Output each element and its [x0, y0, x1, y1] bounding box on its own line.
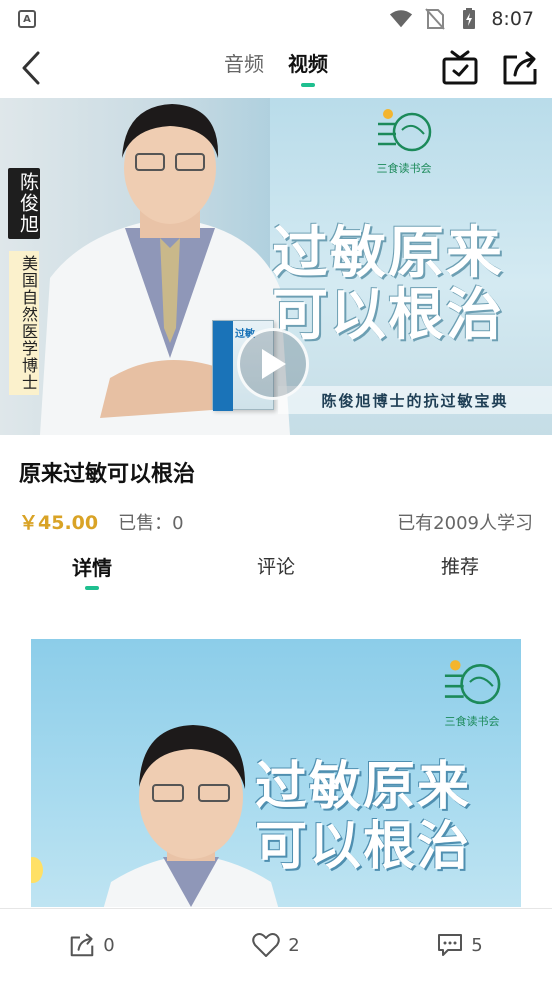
wifi-icon	[389, 8, 413, 30]
price: ￥45.00	[19, 512, 99, 534]
tab-comments-label: 评论	[256, 556, 295, 578]
content-club-logo-icon	[444, 660, 501, 705]
decorative-blob	[31, 857, 43, 883]
share-count: 0	[103, 934, 115, 956]
video-cover[interactable]: 过敏 陈俊旭 美国自然医学博士 三食读书会 过敏原来 可以根治 陈俊旭博士的抗过…	[0, 98, 552, 435]
tab-indicator	[301, 83, 315, 87]
content-headline-line2: 可以根治	[255, 816, 472, 877]
product-title: 原来过敏可以根治	[19, 462, 196, 487]
learner-count: 已有2009人学习	[397, 512, 533, 534]
nav-bar: 音频 视频	[0, 38, 552, 98]
battery-charging-icon	[457, 8, 481, 30]
play-button[interactable]	[237, 328, 309, 400]
tab-audio[interactable]: 音频	[224, 46, 264, 87]
app-a-icon: A	[18, 10, 36, 28]
tab-recommend[interactable]: 推荐	[368, 548, 552, 598]
share-button[interactable]	[500, 48, 540, 88]
tab-indicator	[85, 586, 99, 590]
share-icon	[70, 933, 94, 957]
tab-audio-label: 音频	[224, 52, 264, 76]
tab-video-label: 视频	[288, 52, 328, 76]
content-headline-line1: 过敏原来	[255, 756, 472, 817]
tab-comments[interactable]: 评论	[184, 548, 368, 598]
play-icon	[262, 349, 286, 379]
doctor-title-tag: 美国自然医学博士	[9, 251, 39, 395]
banner-subtitle: 陈俊旭博士的抗过敏宝典	[278, 386, 552, 414]
bottom-action-bar: 0 2 5	[0, 908, 552, 981]
no-sim-icon	[423, 8, 447, 30]
comment-icon	[438, 934, 463, 956]
comment-action[interactable]: 5	[368, 933, 552, 957]
like-count: 2	[288, 934, 300, 956]
sold-count: 已售：0	[118, 512, 184, 534]
banner-headline: 过敏原来 可以根治	[272, 222, 552, 346]
share-icon	[503, 51, 537, 85]
club-logo-text: 三食读书会	[376, 162, 432, 175]
club-logo: 三食读书会	[374, 106, 434, 176]
tab-recommend-label: 推荐	[440, 556, 479, 578]
detail-image: 三食读书会 过敏原来 可以根治	[31, 639, 521, 907]
tv-button[interactable]	[440, 48, 480, 88]
price-row: ￥45.00 已售：0 已有2009人学习	[19, 508, 533, 535]
heart-icon	[252, 933, 281, 957]
status-bar: A 8:07	[0, 0, 552, 38]
content-headline: 过敏原来 可以根治	[255, 757, 521, 877]
club-logo-icon	[378, 109, 432, 152]
status-time: 8:07	[491, 8, 534, 30]
tab-video[interactable]: 视频	[288, 46, 328, 87]
share-action[interactable]: 0	[0, 932, 184, 958]
detail-tabs: 详情 评论 推荐	[0, 548, 552, 598]
content-doctor-image	[103, 725, 279, 907]
like-action[interactable]: 2	[184, 932, 368, 958]
content-club-logo: 三食读书会	[437, 657, 507, 729]
doctor-name-tag: 陈俊旭	[8, 168, 40, 239]
banner-headline-line2: 可以根治	[272, 282, 504, 348]
tab-details[interactable]: 详情	[0, 548, 184, 598]
content-club-logo-text: 三食读书会	[444, 715, 500, 728]
comment-count: 5	[471, 934, 483, 956]
tab-details-label: 详情	[72, 556, 112, 580]
tv-icon	[442, 50, 478, 85]
banner-headline-line1: 过敏原来	[272, 220, 504, 286]
book-spine	[213, 321, 233, 411]
